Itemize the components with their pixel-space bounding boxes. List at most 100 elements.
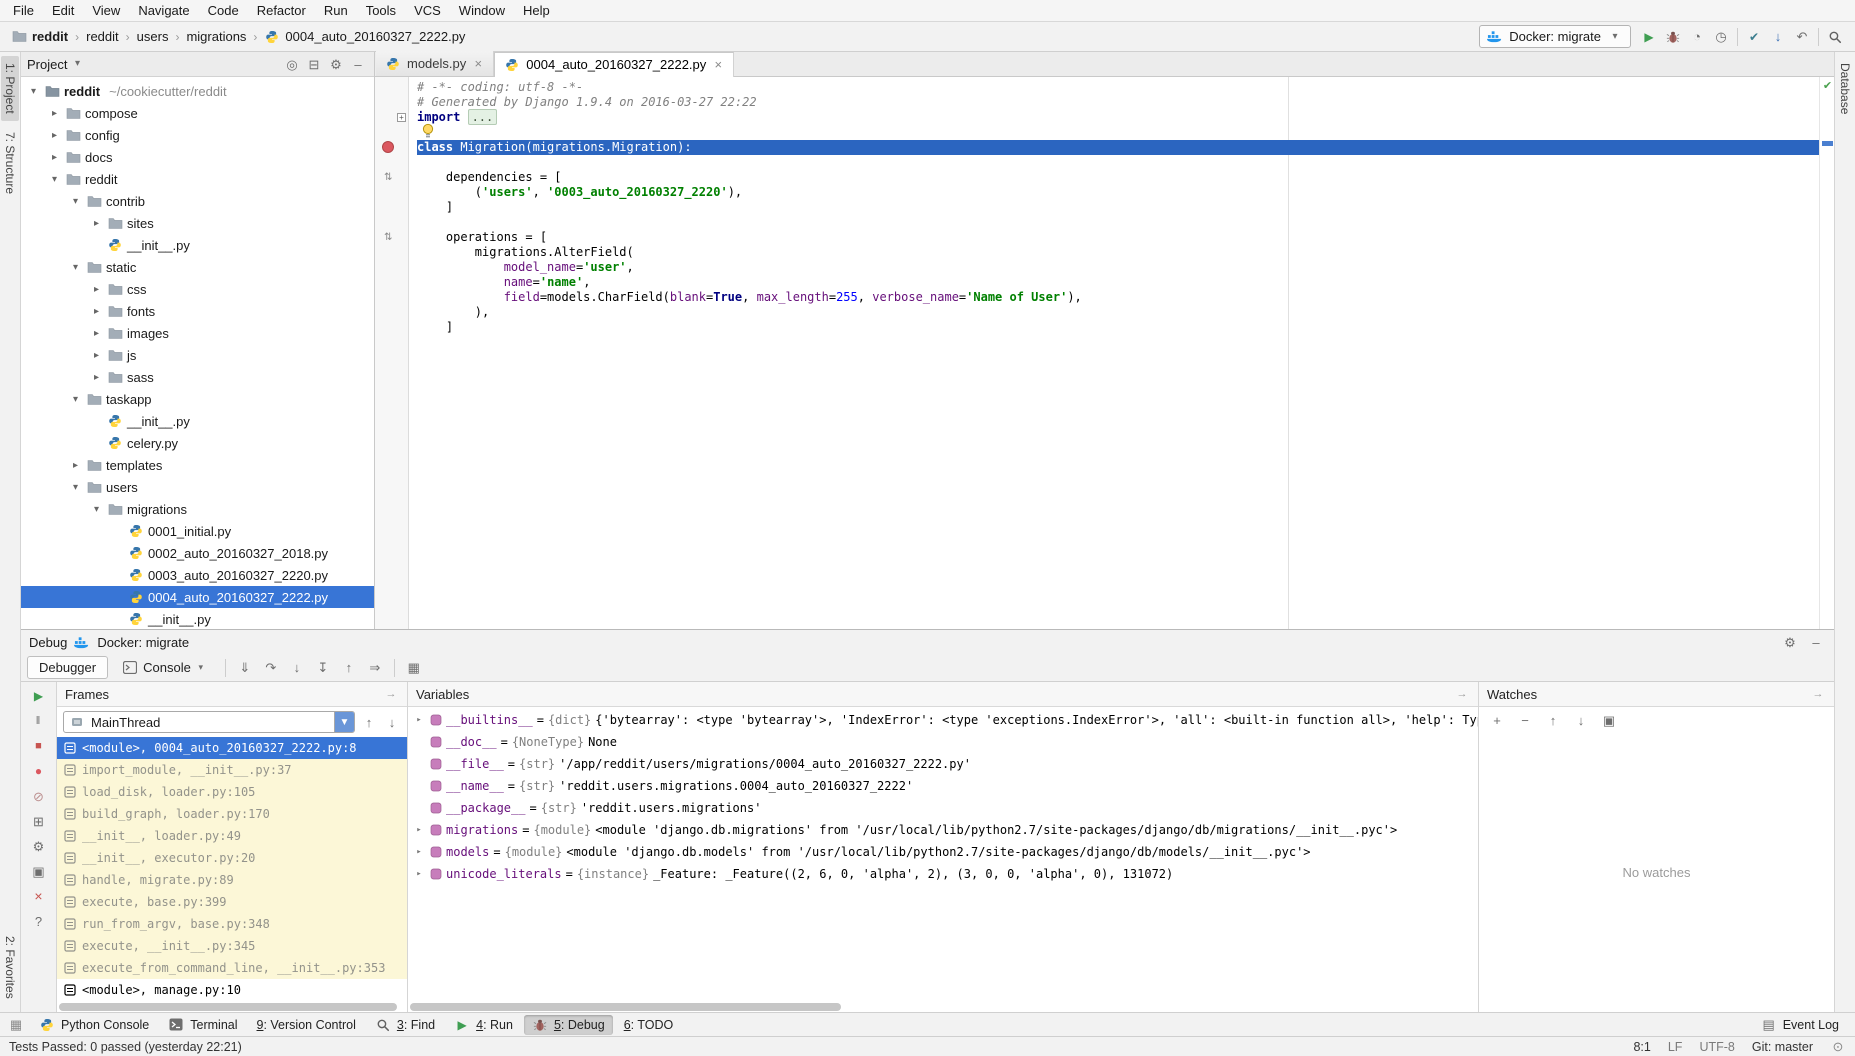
run-to-cursor-button[interactable]: ⇒ <box>363 657 387 679</box>
stripe-button-2-favorites[interactable]: 2: Favorites <box>1 929 19 1006</box>
stop-button[interactable]: ■ <box>28 737 50 755</box>
tree-item[interactable]: ▾reddit <box>21 168 374 190</box>
tree-item[interactable]: ▸config <box>21 124 374 146</box>
fold-expand-icon[interactable]: + <box>397 113 406 122</box>
step-out-button[interactable]: ↑ <box>337 657 361 679</box>
locate-button[interactable]: ◎ <box>282 54 302 74</box>
toolwindow-button-python-console[interactable]: Python Console <box>31 1015 157 1035</box>
code-line[interactable]: ), <box>417 305 1819 320</box>
code-line[interactable] <box>417 155 1819 170</box>
vcs-branch[interactable]: Git: master <box>1752 1040 1813 1054</box>
variable-row[interactable]: __file__ = {str}'/app/reddit/users/migra… <box>408 753 1478 775</box>
frame-row[interactable]: <module>, manage.py:10 <box>57 979 407 1001</box>
profiler-button[interactable]: ◷ <box>1709 25 1733 48</box>
menu-window[interactable]: Window <box>450 1 514 20</box>
menu-help[interactable]: Help <box>514 1 559 20</box>
restore-layout-button[interactable]: ⊞ <box>28 812 50 830</box>
toolwindow-button-3-find[interactable]: 3: Find <box>367 1015 443 1035</box>
inspections-ok-icon[interactable]: ✔ <box>1821 79 1834 92</box>
tree-chevron-icon[interactable]: ▾ <box>90 504 103 515</box>
frame-row[interactable]: execute_from_command_line, __init__.py:3… <box>57 957 407 979</box>
show-execution-point-button[interactable]: ⇓ <box>233 657 257 679</box>
code-line[interactable]: migrations.AlterField( <box>417 245 1819 260</box>
variable-row[interactable]: ▸unicode_literals = {instance} _Feature:… <box>408 863 1478 885</box>
stripe-button-7-structure[interactable]: 7: Structure <box>1 125 19 201</box>
expand-arrow-icon[interactable]: ▸ <box>413 841 425 863</box>
breakpoint-icon[interactable] <box>382 141 394 153</box>
tree-item[interactable]: ▸images <box>21 322 374 344</box>
toolwindow-button-5-debug[interactable]: 5: Debug <box>524 1015 613 1035</box>
tree-item[interactable]: celery.py <box>21 432 374 454</box>
code-line[interactable]: operations = [ <box>417 230 1819 245</box>
tree-chevron-icon[interactable]: ▾ <box>69 196 82 207</box>
frame-row[interactable]: handle, migrate.py:89 <box>57 869 407 891</box>
next-frame-button[interactable]: ↓ <box>383 713 401 731</box>
frame-row[interactable]: <module>, 0004_auto_20160327_2222.py:8 <box>57 737 407 759</box>
variable-row[interactable]: __name__ = {str}'reddit.users.migrations… <box>408 775 1478 797</box>
breadcrumb-item[interactable]: reddit <box>8 28 71 46</box>
menu-navigate[interactable]: Navigate <box>129 1 198 20</box>
copy-button[interactable]: ▣ <box>1599 710 1619 730</box>
tree-chevron-icon[interactable]: ▾ <box>69 482 82 493</box>
tree-item[interactable]: ▸js <box>21 344 374 366</box>
editor-gutter[interactable]: +⇅⇅ <box>375 77 409 629</box>
breadcrumb-item[interactable]: users <box>134 28 172 45</box>
debug-tab-console[interactable]: Console▾ <box>110 656 218 680</box>
tree-item[interactable]: ▸docs <box>21 146 374 168</box>
toolwindow-button-9-version-control[interactable]: 9: Version Control <box>249 1015 364 1035</box>
minimize-panel-icon[interactable]: → <box>1810 686 1826 702</box>
remove-watch-button[interactable]: − <box>1515 710 1535 730</box>
code-line[interactable]: import ... <box>417 110 1819 125</box>
execution-line-marker[interactable] <box>1822 141 1833 146</box>
tree-item[interactable]: ▾taskapp <box>21 388 374 410</box>
tree-item[interactable]: 0002_auto_20160327_2018.py <box>21 542 374 564</box>
project-panel-title[interactable]: Project <box>27 57 67 72</box>
gutter-marker-icon[interactable]: ⇅ <box>384 172 392 183</box>
variables-horizontal-scrollbar[interactable] <box>410 1003 1437 1011</box>
code-line[interactable]: ] <box>417 200 1819 215</box>
tree-chevron-icon[interactable]: ▸ <box>90 218 103 229</box>
line-ending[interactable]: LF <box>1668 1040 1683 1054</box>
hide-panel-button[interactable]: – <box>1806 632 1826 652</box>
evaluate-button[interactable]: ▦ <box>402 657 426 679</box>
view-breakpoints-button[interactable]: ● <box>28 762 50 780</box>
variable-row[interactable]: ▸models = {module}<module 'django.db.mod… <box>408 841 1478 863</box>
menu-tools[interactable]: Tools <box>357 1 405 20</box>
variable-row[interactable]: ▸migrations = {module}<module 'django.db… <box>408 819 1478 841</box>
frame-row[interactable]: __init__, executor.py:20 <box>57 847 407 869</box>
caret-position[interactable]: 8:1 <box>1633 1040 1650 1054</box>
menu-vcs[interactable]: VCS <box>405 1 450 20</box>
tree-item[interactable]: 0004_auto_20160327_2222.py <box>21 586 374 608</box>
frame-row[interactable]: __init__, loader.py:49 <box>57 825 407 847</box>
previous-frame-button[interactable]: ↑ <box>360 713 378 731</box>
vcs-update-button[interactable]: ↓ <box>1766 25 1790 48</box>
tree-chevron-icon[interactable]: ▾ <box>69 262 82 273</box>
tree-chevron-icon[interactable]: ▾ <box>69 394 82 405</box>
vcs-commit-button[interactable]: ✔ <box>1742 25 1766 48</box>
tree-item[interactable]: ▸css <box>21 278 374 300</box>
breadcrumb-item[interactable]: 0004_auto_20160327_2222.py <box>261 28 468 46</box>
tree-item[interactable]: ▾reddit~/cookiecutter/reddit <box>21 80 374 102</box>
tree-chevron-icon[interactable]: ▸ <box>48 152 61 163</box>
run-configuration-selector[interactable]: Docker: migrate ▾ <box>1479 25 1631 48</box>
scrollbar-thumb[interactable] <box>410 1003 841 1011</box>
code-line[interactable]: dependencies = [ <box>417 170 1819 185</box>
toolwindow-button-4-run[interactable]: ▶4: Run <box>446 1015 521 1035</box>
collapse-all-button[interactable]: ⊟ <box>304 54 324 74</box>
variable-row[interactable]: ▸__builtins__ = {dict}{'bytearray': <typ… <box>408 709 1478 731</box>
menu-file[interactable]: File <box>4 1 43 20</box>
settings-button[interactable]: ⚙ <box>1780 632 1800 652</box>
tree-item[interactable]: ▾migrations <box>21 498 374 520</box>
code-line[interactable]: # Generated by Django 1.9.4 on 2016-03-2… <box>417 95 1819 110</box>
code-line[interactable] <box>417 125 1819 140</box>
tree-item[interactable]: ▸fonts <box>21 300 374 322</box>
editor-tab[interactable]: models.py× <box>376 51 494 76</box>
code-line[interactable]: name='name', <box>417 275 1819 290</box>
variable-row[interactable]: __doc__ = {NoneType} None <box>408 731 1478 753</box>
code-line[interactable]: ('users', '0003_auto_20160327_2220'), <box>417 185 1819 200</box>
run-button[interactable]: ▶ <box>1637 25 1661 48</box>
stripe-button-database[interactable]: Database <box>1836 56 1854 121</box>
step-over-button[interactable]: ↷ <box>259 657 283 679</box>
resume-button[interactable]: ▶ <box>28 687 50 705</box>
add-watch-button[interactable]: + <box>1487 710 1507 730</box>
